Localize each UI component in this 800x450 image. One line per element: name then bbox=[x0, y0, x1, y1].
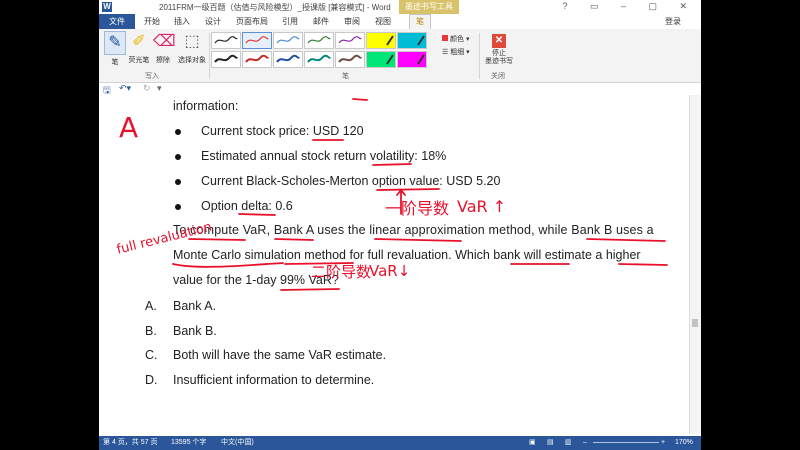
select-icon: ⬚ bbox=[184, 33, 200, 50]
redo-icon[interactable]: ↻ bbox=[143, 83, 151, 94]
word-icon: W bbox=[102, 2, 112, 12]
stop-inking-label: 停止 墨迹书写 bbox=[485, 50, 513, 65]
pen-style-14[interactable] bbox=[397, 51, 427, 68]
tab-mailings[interactable]: 邮件 bbox=[313, 16, 329, 27]
zoom-level[interactable]: 170% bbox=[675, 436, 693, 450]
highlighter-icon: ✐ bbox=[132, 33, 146, 50]
stop-inking-button[interactable]: ✕ 停止 墨迹书写 bbox=[484, 32, 514, 66]
vertical-scrollbar[interactable] bbox=[689, 95, 701, 434]
pen-style-11[interactable] bbox=[304, 51, 334, 68]
pen-gallery bbox=[211, 32, 433, 68]
zoom-out-icon[interactable]: – bbox=[583, 436, 587, 450]
quick-access-toolbar: 🖫 ↶▾ ↻ ▾ bbox=[99, 83, 701, 95]
ribbon: ✎ 笔 ✐ 荧光笔 ⌫ 擦除 ⬚ 选择对象 写入 颜色 ▾ ☰ 粗细 ▾ 笔 ✕… bbox=[99, 29, 701, 83]
print-layout-icon[interactable]: ▤ bbox=[547, 436, 554, 450]
pen-style-9[interactable] bbox=[242, 51, 272, 68]
ink-annotation-a: A bbox=[119, 111, 139, 144]
tab-view[interactable]: 视图 bbox=[375, 16, 391, 27]
pen-style-12[interactable] bbox=[335, 51, 365, 68]
select-objects-button[interactable]: ⬚ 选择对象 bbox=[177, 31, 207, 65]
select-objects-label: 选择对象 bbox=[178, 57, 206, 64]
tab-layout[interactable]: 页面布局 bbox=[236, 16, 268, 27]
eraser-button-label: 擦除 bbox=[156, 57, 170, 64]
highlighter-button[interactable]: ✐ 荧光笔 bbox=[127, 31, 151, 65]
page-count[interactable]: 第 4 页，共 57 页 bbox=[103, 436, 157, 450]
eraser-button[interactable]: ⌫ 擦除 bbox=[151, 31, 176, 65]
ink-tools-context-tab: 墨迹书写工具 bbox=[399, 0, 459, 14]
ink-var-up: VaR ↑ bbox=[457, 197, 507, 216]
thickness-icon: ☰ bbox=[442, 49, 449, 56]
highlighter-button-label: 荧光笔 bbox=[128, 57, 150, 64]
pen-style-13[interactable] bbox=[366, 51, 396, 68]
scrollbar-thumb[interactable] bbox=[692, 319, 698, 327]
pen-style-5[interactable] bbox=[335, 32, 365, 49]
pen-thickness-button[interactable]: ☰ 粗细 ▾ bbox=[442, 47, 470, 57]
eraser-icon: ⌫ bbox=[153, 33, 176, 50]
pen-color-button[interactable]: 颜色 ▾ bbox=[442, 34, 469, 44]
ink-var-down: VaR↓ bbox=[369, 262, 411, 280]
close-group-label: 关闭 bbox=[491, 73, 505, 80]
tab-insert[interactable]: 插入 bbox=[174, 16, 190, 27]
pen-button[interactable]: ✎ 笔 bbox=[103, 31, 127, 67]
pen-style-6[interactable] bbox=[366, 32, 396, 49]
word-count[interactable]: 13595 个字 bbox=[171, 436, 206, 450]
ink-second-order: 二阶导数 bbox=[311, 263, 372, 281]
customize-qat-icon[interactable]: ▾ bbox=[157, 83, 162, 94]
tab-references[interactable]: 引用 bbox=[282, 16, 298, 27]
ribbon-tabs: 文件 开始 插入 设计 页面布局 引用 邮件 审阅 视图 笔 登录 bbox=[99, 14, 701, 29]
pen-style-8[interactable] bbox=[211, 51, 241, 68]
pen-button-label: 笔 bbox=[111, 59, 119, 66]
group-divider bbox=[479, 33, 480, 79]
pen-style-4[interactable] bbox=[304, 32, 334, 49]
pen-style-2[interactable] bbox=[242, 32, 272, 49]
stop-icon: ✕ bbox=[492, 34, 506, 48]
window-controls[interactable]: ? ▭ – ▢ ✕ bbox=[562, 1, 697, 12]
group-divider bbox=[209, 33, 210, 79]
language[interactable]: 中文(中国) bbox=[221, 436, 254, 450]
tab-file[interactable]: 文件 bbox=[99, 14, 135, 29]
tab-pen[interactable]: 笔 bbox=[409, 14, 431, 29]
tab-review[interactable]: 审阅 bbox=[344, 16, 360, 27]
word-window: W 2011FRM一级百题（估值与风险模型）_授课版 [兼容模式] - Word… bbox=[99, 0, 701, 450]
pen-icon: ✎ bbox=[104, 31, 126, 55]
ink-first-order: 一阶导数 bbox=[385, 199, 450, 218]
pen-style-1[interactable] bbox=[211, 32, 241, 49]
document-page[interactable]: information: Current stock price: USD 12… bbox=[99, 95, 689, 434]
login-link[interactable]: 登录 bbox=[665, 16, 681, 27]
status-bar: 第 4 页，共 57 页 13595 个字 中文(中国) ▣ ▤ ▥ – + 1… bbox=[99, 436, 701, 450]
read-mode-icon[interactable]: ▣ bbox=[529, 436, 536, 450]
tab-home[interactable]: 开始 bbox=[144, 16, 160, 27]
zoom-slider[interactable] bbox=[593, 442, 659, 443]
window-title: 2011FRM一级百题（估值与风险模型）_授课版 [兼容模式] - Word bbox=[159, 3, 391, 12]
write-group-label: 写入 bbox=[145, 73, 159, 80]
pen-style-3[interactable] bbox=[273, 32, 303, 49]
title-bar: W 2011FRM一级百题（估值与风险模型）_授课版 [兼容模式] - Word… bbox=[99, 0, 701, 14]
undo-icon[interactable]: ↶▾ bbox=[119, 83, 131, 94]
pen-style-7[interactable] bbox=[397, 32, 427, 49]
zoom-in-icon[interactable]: + bbox=[661, 436, 665, 450]
pen-style-10[interactable] bbox=[273, 51, 303, 68]
web-layout-icon[interactable]: ▥ bbox=[565, 436, 572, 450]
pens-group-label: 笔 bbox=[342, 73, 349, 80]
tab-design[interactable]: 设计 bbox=[205, 16, 221, 27]
pen-thickness-label: 粗细 bbox=[450, 49, 465, 56]
color-swatch-icon bbox=[442, 35, 448, 41]
pen-color-label: 颜色 bbox=[450, 36, 464, 43]
